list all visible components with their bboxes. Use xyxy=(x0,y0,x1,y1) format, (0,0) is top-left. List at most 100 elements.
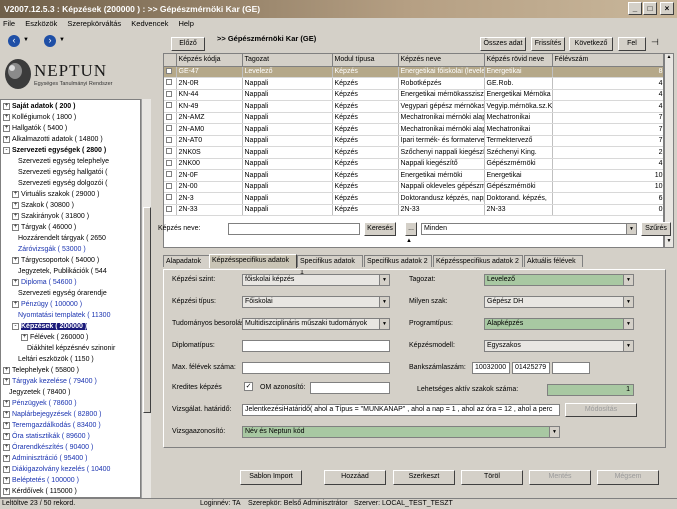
column-header[interactable]: Képzés rövid neve xyxy=(484,54,553,67)
table-row[interactable]: 2N-3 Nappali Képzés Doktorandusz képzés, na… xyxy=(164,192,663,205)
dots-button[interactable]: ... xyxy=(405,222,417,236)
expand-icon[interactable]: + xyxy=(12,190,19,198)
row-checkbox[interactable] xyxy=(166,194,172,201)
refresh-button[interactable]: Frissítés xyxy=(531,37,565,51)
tree-item[interactable]: - Szervezeti egységek ( 2800 ) xyxy=(3,146,106,156)
tab-specifikus-2[interactable]: Specifikus adatok 2 xyxy=(364,255,432,267)
filter-select[interactable]: Minden ▼ xyxy=(421,223,637,235)
table-row[interactable]: 2N-33 Nappali Képzés 2N-33 2N-33 0 xyxy=(164,204,663,216)
table-row[interactable]: 2N-AMZ Nappali Képzés Mechatronikai mérnöki… xyxy=(164,112,663,124)
row-selector[interactable] xyxy=(164,135,177,147)
row-checkbox[interactable] xyxy=(166,136,172,143)
tree-item[interactable]: Záróvizsgák ( 53000 ) xyxy=(12,245,86,255)
table-row[interactable]: KN-49 Nappali Képzés Vegypari gépész mérnök… xyxy=(164,100,663,113)
delete-button[interactable]: Töröl xyxy=(461,470,523,485)
pin-icon[interactable]: ⊣ xyxy=(651,37,659,48)
expand-icon[interactable]: + xyxy=(3,454,10,462)
bankszamla-input-2[interactable]: 01425279 xyxy=(512,362,550,374)
maximize-button[interactable]: □ xyxy=(643,2,657,15)
tagozat-select[interactable]: Levelező ▼ xyxy=(484,274,634,286)
diplomatipus-input[interactable] xyxy=(242,340,390,352)
modositas-button[interactable]: Módosítás xyxy=(565,403,637,417)
prev-button[interactable]: Előző xyxy=(171,37,205,51)
tudomanyos-select[interactable]: Multidiszciplináris műszaki tudományok ▼ xyxy=(242,318,390,330)
tree-item[interactable]: + Diákigazolvány kezelés ( 10400 xyxy=(3,465,110,475)
tree-item[interactable]: + Tárgyak kezelése ( 79400 ) xyxy=(3,377,97,387)
edit-button[interactable]: Szerkeszt xyxy=(393,470,455,485)
row-selector[interactable] xyxy=(164,66,177,78)
menu-szerepkorvaltas[interactable]: Szerepkörváltás xyxy=(67,19,121,28)
expand-icon[interactable]: + xyxy=(3,421,10,429)
table-row[interactable]: 2N-0F Nappali Képzés Energetikai mérnöki Ene… xyxy=(164,169,663,182)
scroll-up-icon[interactable]: ▲ xyxy=(665,54,673,62)
forward-arrow-icon[interactable]: › xyxy=(44,35,56,47)
back-arrow-icon[interactable]: ‹ xyxy=(8,35,20,47)
expand-icon[interactable]: + xyxy=(3,102,10,110)
menu-help[interactable]: Help xyxy=(178,19,193,28)
tab-specifikus-1[interactable]: Specifikus adatok 1 xyxy=(297,255,363,276)
kepzes-szint-select[interactable]: főiskolai képzés ▼ xyxy=(242,274,390,286)
row-selector[interactable] xyxy=(164,192,177,205)
om-input[interactable] xyxy=(310,382,390,394)
expand-icon[interactable]: + xyxy=(3,113,10,121)
add-button[interactable]: Hozzáad xyxy=(324,470,386,485)
close-button[interactable]: × xyxy=(660,2,674,15)
tree-item[interactable]: + Pénzügyek ( 78600 ) xyxy=(3,399,77,409)
aktiv-szakok-input[interactable]: 1 xyxy=(547,384,634,396)
expand-icon[interactable]: + xyxy=(12,223,19,231)
back-dropdown-icon[interactable]: ▼ xyxy=(23,37,29,43)
tree-item[interactable]: + Adminisztráció ( 95400 ) xyxy=(3,454,87,464)
tree-item[interactable]: + Diploma ( 54600 ) xyxy=(12,278,77,288)
expand-icon[interactable]: + xyxy=(3,377,10,385)
tree-item[interactable]: + Alkalmazotti adatok ( 14800 ) xyxy=(3,135,103,145)
row-checkbox[interactable] xyxy=(166,113,172,120)
vizsgalat-input[interactable]: JelentkezésiHatáridő( ahol a Típus = "MU… xyxy=(242,404,560,416)
tree-item[interactable]: + Naplárbejegyzések ( 82800 ) xyxy=(3,410,102,420)
bankszamla-input-1[interactable]: 10032000 xyxy=(472,362,510,374)
tree-item[interactable]: Szervezeti egység dolgozói ( xyxy=(12,179,108,189)
expand-icon[interactable]: + xyxy=(3,465,10,473)
tab-kepzesspecifikus-2[interactable]: Képzésspecifikus adatok 2 xyxy=(433,255,523,267)
expand-icon[interactable]: + xyxy=(12,278,19,286)
row-selector[interactable] xyxy=(164,158,177,170)
tree-item[interactable]: + Pénzügy ( 100000 ) xyxy=(12,300,82,310)
table-row[interactable]: 2N-AT0 Nappali Képzés Ipari termék- és form… xyxy=(164,135,663,147)
row-checkbox[interactable] xyxy=(166,79,172,86)
expand-icon[interactable]: + xyxy=(12,212,19,220)
menu-kedvencek[interactable]: Kedvencek xyxy=(131,19,168,28)
row-selector[interactable] xyxy=(164,204,177,216)
menu-eszkozok[interactable]: Eszközök xyxy=(25,19,57,28)
kredites-checkbox[interactable]: ✓ xyxy=(244,382,253,391)
kepzes-tipus-select[interactable]: Főiskolai ▼ xyxy=(242,296,390,308)
row-checkbox[interactable] xyxy=(166,102,172,109)
filter-button[interactable]: Szűrés xyxy=(641,222,671,236)
tree-item[interactable]: + Teremgazdálkodás ( 83400 ) xyxy=(3,421,101,431)
row-checkbox[interactable] xyxy=(166,148,172,155)
tab-alapadatok[interactable]: Alapadatok xyxy=(163,255,210,267)
tree-item[interactable]: Leltári eszközök ( 1150 ) xyxy=(12,355,94,365)
tree-item[interactable]: + Hallgatók ( 5400 ) xyxy=(3,124,67,134)
tab-aktualis-felevek[interactable]: Aktuális félévek xyxy=(524,255,583,267)
tree-item[interactable]: + Szakok ( 30800 ) xyxy=(12,201,74,211)
tree-item[interactable]: Jegyzetek ( 78400 ) xyxy=(3,388,70,398)
tree-item[interactable]: + Szakirányok ( 31800 ) xyxy=(12,212,89,222)
tree-scroll-thumb[interactable] xyxy=(143,207,151,413)
tree-item[interactable]: - Képzések ( 200000 ) xyxy=(12,322,88,332)
collapse-icon[interactable]: - xyxy=(3,146,10,154)
tree-item[interactable]: + Beléptetés ( 100000 ) xyxy=(3,476,79,486)
tree-item[interactable]: + Virtuális szakok ( 29000 ) xyxy=(12,190,99,200)
tree-item[interactable]: + Órarendkészítés ( 90400 ) xyxy=(3,443,93,453)
row-checkbox[interactable] xyxy=(166,205,172,212)
column-header[interactable]: Képzés neve xyxy=(398,54,485,67)
search-button[interactable]: Keresés xyxy=(364,222,396,236)
cancel-button[interactable]: Mégsem xyxy=(597,470,659,485)
expand-icon[interactable]: + xyxy=(3,366,10,374)
tree-item[interactable]: + Óra statisztikák ( 89600 ) xyxy=(3,432,90,442)
table-row[interactable]: 2N-00 Nappali Képzés Nappali okleveles gépé… xyxy=(164,181,663,193)
all-data-button[interactable]: Összes adat xyxy=(480,37,526,51)
tree-item[interactable]: + Kollégiumok ( 1800 ) xyxy=(3,113,76,123)
expand-icon[interactable]: + xyxy=(3,135,10,143)
collapse-icon[interactable]: - xyxy=(12,322,19,330)
next-button[interactable]: Következő xyxy=(569,37,613,51)
splitter-arrow-icon[interactable]: ▲ xyxy=(404,238,414,244)
